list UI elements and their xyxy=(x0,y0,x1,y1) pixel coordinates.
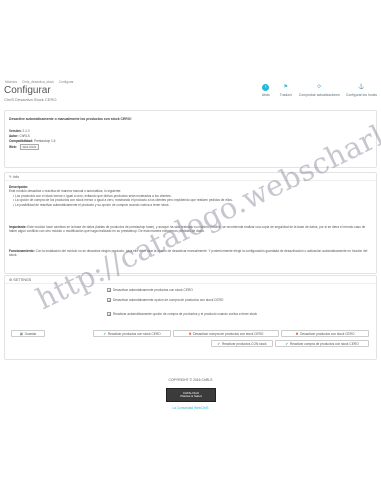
reactivate-purchase-zero-stock-button[interactable]: ✔ Reactivar compra de productos con stoc… xyxy=(275,340,369,347)
web-link[interactable]: Web ChrlS xyxy=(19,144,40,150)
page-subtitle: ChrlS Desactiva Stock CERO xyxy=(4,97,57,102)
back-icon: ‹ xyxy=(262,84,270,91)
checkbox[interactable] xyxy=(107,312,111,317)
compat-label: Compatibilidad: xyxy=(9,139,34,143)
cross-icon: ✖ xyxy=(295,331,299,336)
save-button[interactable]: ▣ Guardar xyxy=(11,330,45,337)
description-bullet: • La posibilidad de reactivar automática… xyxy=(13,202,170,207)
disable-purchase-zero-stock-button[interactable]: ✖ Desactivar compra de productos con sto… xyxy=(173,330,279,337)
breadcrumb-item: Configurar xyxy=(58,80,74,84)
version-value: 2.1.0 xyxy=(22,129,30,133)
footer-logo: CATALOGO Plantas & Salud xyxy=(166,388,216,402)
author-value: ChRLS xyxy=(19,134,30,138)
option-label: Desactivar automáticamente productos con… xyxy=(113,288,193,292)
settings-panel: ⚙ SETTINGS Desactivar automáticamente pr… xyxy=(4,275,377,360)
footer-logo-line: Plantas & Salud xyxy=(180,394,202,398)
checkbox[interactable] xyxy=(107,288,111,293)
option-disable-purchase[interactable]: Desactivar automáticamente opción de com… xyxy=(107,298,224,303)
breadcrumb-item[interactable]: Módulos xyxy=(5,80,17,84)
web-label: Web: xyxy=(9,145,17,149)
important-note: Importante: Este módulo hace cambios en … xyxy=(9,225,366,234)
hooks-icon: ⚓ xyxy=(358,84,365,90)
toolbar: ‹ Atrás ⚑ Traducir ⟳ Comprobar actualiza… xyxy=(259,84,377,97)
save-icon: ▣ xyxy=(19,331,24,336)
version-row: Versión: 2.1.0 xyxy=(9,129,30,133)
reactivate-zero-stock-button[interactable]: ✔ Reactivar productos con stock CERO xyxy=(93,330,171,337)
flag-icon: ⚑ xyxy=(283,84,289,90)
author-row: Autor: ChRLS xyxy=(9,134,30,138)
breadcrumb: Módulos Chrls_desactiva_stock Configurar xyxy=(5,80,78,84)
check-icon: ✔ xyxy=(285,341,289,346)
author-label: Autor: xyxy=(9,134,19,138)
info-heading-label: Info xyxy=(13,175,20,179)
option-reactivate[interactable]: Reactivar automáticamente opción de comp… xyxy=(107,312,258,317)
translate-button[interactable]: ⚑ Traducir xyxy=(279,84,293,97)
module-info-panel: Desactive automáticamente o manualmente … xyxy=(4,110,377,168)
check-icon: ✔ xyxy=(103,331,107,336)
configure-hooks-label: Configurar los hooks xyxy=(345,93,377,97)
info-panel: ✎ Info Descripción: Este módulo desactiv… xyxy=(4,172,377,274)
reactivate-with-stock-button[interactable]: ✔ Reactivar productos CON stock xyxy=(211,340,273,347)
check-updates-button[interactable]: ⟳ Comprobar actualizaciones xyxy=(299,84,340,97)
cross-icon: ✖ xyxy=(188,331,192,336)
module-info-title: Desactive automáticamente o manualmente … xyxy=(9,117,132,121)
checkbox[interactable] xyxy=(107,298,111,303)
option-label: Reactivar automáticamente opción de comp… xyxy=(113,312,258,316)
check-updates-label: Comprobar actualizaciones xyxy=(298,93,340,97)
translate-label: Traducir xyxy=(279,93,292,97)
refresh-icon: ⟳ xyxy=(317,84,322,90)
gear-icon: ⚙ xyxy=(9,278,13,282)
disable-zero-stock-button[interactable]: ✖ Desactivar productos con stock CERO xyxy=(281,330,369,337)
configure-hooks-button[interactable]: ⚓ Configurar los hooks xyxy=(346,84,377,97)
page-title: Configurar xyxy=(4,85,51,96)
compat-row: Compatibilidad: Prestashop 1.6 xyxy=(9,139,55,143)
module-config-page: Módulos Chrls_desactiva_stock Configurar… xyxy=(0,0,381,492)
footer-link[interactable]: La Comunidad WebChrlS xyxy=(0,406,381,410)
footer-copyright: COPYRIGHT © 2016 ChRLS xyxy=(168,378,213,382)
check-icon: ✔ xyxy=(217,341,221,346)
option-label: Desactivar automáticamente opción de com… xyxy=(113,298,224,302)
settings-heading: ⚙ SETTINGS xyxy=(5,276,376,284)
operation-note: Funcionamiento: Con la instalación del m… xyxy=(9,249,368,258)
web-row: Web: Web ChrlS xyxy=(9,144,40,150)
info-heading: ✎ Info xyxy=(5,173,376,181)
compat-value: Prestashop 1.6 xyxy=(33,139,56,143)
info-icon: ✎ xyxy=(9,175,13,179)
breadcrumb-item[interactable]: Chrls_desactiva_stock xyxy=(22,80,54,84)
version-label: Versión: xyxy=(9,129,22,133)
option-disable-products[interactable]: Desactivar automáticamente productos con… xyxy=(107,288,193,293)
back-button[interactable]: ‹ Atrás xyxy=(259,84,273,97)
back-label: Atrás xyxy=(261,93,270,97)
settings-heading-label: SETTINGS xyxy=(13,278,32,282)
